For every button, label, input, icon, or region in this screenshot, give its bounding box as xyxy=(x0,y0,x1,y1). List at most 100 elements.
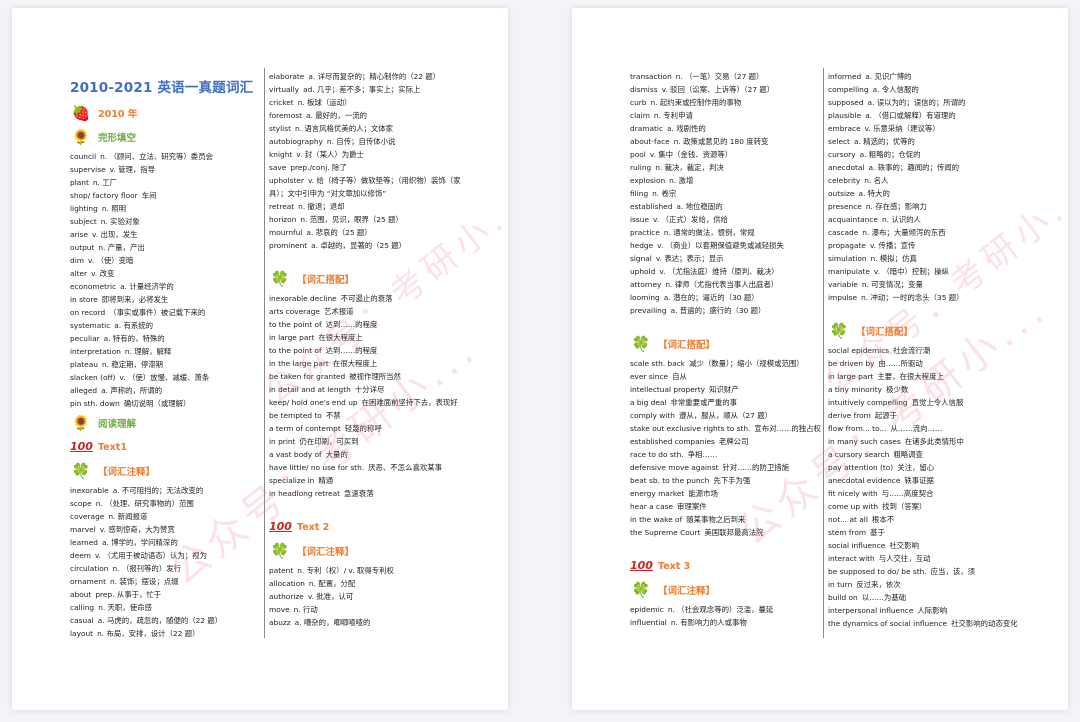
vocab-entry: influential n. 有影响力的人或事物 xyxy=(630,616,822,629)
vocab-definition: 社交影响的动态变化 xyxy=(951,619,1018,628)
document-title: 2010-2021 英语一真题词汇 xyxy=(70,80,254,96)
vocab-entry: social epidemics 社会流行潮 xyxy=(828,344,1024,357)
vocab-term: output xyxy=(70,243,95,252)
vocab-entry: embrace v. 乐意采纳（建议等） xyxy=(828,122,1024,135)
vocab-term: established xyxy=(630,202,673,211)
vocab-entry: not... at all 根本不 xyxy=(828,513,1024,526)
vocab-term: dramatic xyxy=(630,124,664,133)
vocab-term: in print xyxy=(269,437,296,446)
left-page-column-1: 2010-2021 英语一真题词汇 🍓 2010 年 🌻 完形填空 counci… xyxy=(70,68,260,640)
vocab-definition: n. 新闻报道 xyxy=(108,512,148,521)
vocab-term: propagate xyxy=(828,241,866,250)
sunflower-icon: 🌻 xyxy=(71,128,91,146)
vocab-entry: pay attention (to) 关注，留心 xyxy=(828,461,1024,474)
vocab-definition: 美国联邦最高法院 xyxy=(704,528,764,537)
text3-notes-continued-list: informed a. 见识广博的 compelling a. 令人信服的 suppos… xyxy=(828,70,1024,304)
cloze-vocab-list: council n. （顾问、立法、研究等）委员会 supervise v. 管理，指… xyxy=(70,150,260,410)
vocab-term: keep/ hold one's end up xyxy=(269,398,358,407)
vocab-term: established companies xyxy=(630,437,715,446)
vocab-definition: 以……为基础 xyxy=(861,593,907,602)
vocab-definition: 轻蔑的称呼 xyxy=(344,424,382,433)
cloze-section-label: 完形填空 xyxy=(98,133,137,144)
vocab-term: in many such cases xyxy=(828,437,901,446)
vocab-term: slacken (off) xyxy=(70,373,116,382)
vocab-entry: outsize a. 特大的 xyxy=(828,187,1024,200)
vocab-definition: 即将到来，必将发生 xyxy=(101,295,169,304)
vocab-entry: authorize v. 批准，认可 xyxy=(269,590,469,603)
vocab-entry: race to do sth. 争相…… xyxy=(630,448,822,461)
vocab-definition: a. 潜在的；逼近的（30 题） xyxy=(663,293,759,302)
vocab-term: supervise xyxy=(70,165,106,174)
vocab-entry: the dynamics of social influence 社交影响的动态变… xyxy=(828,617,1024,630)
vocab-term: casual xyxy=(70,616,94,625)
text2-collocations-heading: 🍀 【词汇搭配】 xyxy=(630,333,822,355)
vocab-definition: v. （尤用于被动语态）认为；视为 xyxy=(95,551,207,560)
vocab-term: subject xyxy=(70,217,97,226)
vocab-term: claim xyxy=(630,111,650,120)
vocab-term: be driven by xyxy=(828,359,875,368)
vocab-entry: dramatic a. 戏剧性的 xyxy=(630,122,822,135)
vocab-definition: 轶事证据 xyxy=(904,476,934,485)
vocab-term: the dynamics of social influence xyxy=(828,619,948,628)
vocab-entry: marvel v. 感到惊奇，大为赞赏 xyxy=(70,523,260,536)
vocab-entry: horizon n. 范围，见识，眼界（25 题） xyxy=(269,213,469,226)
vocab-entry: established companies 老牌公司 xyxy=(630,435,822,448)
vocab-entry: save prep./conj. 除了 xyxy=(269,161,469,174)
vocab-definition: a. 声称的，所谓的 xyxy=(101,386,163,395)
vocab-term: not... at all xyxy=(828,515,868,524)
vocab-definition: a. 卓越的，显著的（25 题） xyxy=(311,241,407,250)
text1-notes-continued-list: elaborate a. 详尽而复杂的；精心制作的（22 题） virtually a… xyxy=(269,70,469,252)
vocab-entry: select a. 精选的；优等的 xyxy=(828,135,1024,148)
vocab-term: allocation xyxy=(269,579,305,588)
vocab-term: mournful xyxy=(269,228,303,237)
vocab-entry: presence n. 存在感；影响力 xyxy=(828,200,1024,213)
vocab-term: hear a case xyxy=(630,502,674,511)
hundred-points-icon: 100 xyxy=(70,440,93,453)
vocab-definition: v. 表达；表示；显示 xyxy=(655,254,724,263)
vocab-entry: move n. 行动 xyxy=(269,603,469,616)
strawberry-icon: 🍓 xyxy=(71,104,91,122)
vocab-term: upholster xyxy=(269,176,304,185)
vocab-definition: 仍在印刷，可买到 xyxy=(299,437,359,446)
vocab-definition: a. 嘈杂的，唧唧喳喳的 xyxy=(294,618,371,627)
vocab-entry: casual a. 马虎的，疏忽的，随便的（22 题） xyxy=(70,614,260,627)
vocab-definition: n. 律师（尤指代表当事人出庭者） xyxy=(665,280,779,289)
vocab-term: interpretation xyxy=(70,347,121,356)
vocab-entry: calling n. 天职，使命感 xyxy=(70,601,260,614)
vocab-term: plant xyxy=(70,178,89,187)
vocab-entry: a cursory search 粗略调查 xyxy=(828,448,1024,461)
vocab-entry: interpretation n. 理解，解释 xyxy=(70,345,260,358)
vocab-definition: 人际影响 xyxy=(917,606,947,615)
vocab-entry: comply with 遵从，服从，顺从（27 题） xyxy=(630,409,822,422)
vocab-term: foremost xyxy=(269,111,303,120)
text3-notes-list: epidemic n. （社会观念等的）泛滥，蔓延 influential n. 有影… xyxy=(630,603,822,629)
vocab-entry: learned a. 博学的，学问精深的 xyxy=(70,536,260,549)
vocab-definition: 老牌公司 xyxy=(718,437,749,446)
vocab-entry: scale sth. back 减少（数量）；缩小（规模或范围） xyxy=(630,357,822,370)
vocab-term: a cursory search xyxy=(828,450,890,459)
vocab-term: a vast body of xyxy=(269,450,322,459)
collocations-label: 【词汇搭配】 xyxy=(856,327,914,338)
vocab-entry: a big deal 非常重要或严重的事 xyxy=(630,396,822,409)
year-heading-label: 2010 年 xyxy=(98,109,138,120)
vocab-definition: 达到……的程度 xyxy=(325,320,378,329)
vocab-definition: v. （正式）发给，供给 xyxy=(653,215,729,224)
text2-vocab-notes-heading: 🍀 【词汇注释】 xyxy=(269,540,469,562)
vocab-entry: be supposed to do/ be sth. 应当，该，须 xyxy=(828,565,1024,578)
vocab-entry: in detail and at length 十分详尽 xyxy=(269,383,469,396)
vocab-term: ornament xyxy=(70,577,106,586)
vocab-entry: issue v. （正式）发给，供给 xyxy=(630,213,822,226)
vocab-entry: informed a. 见识广博的 xyxy=(828,70,1024,83)
vocab-term: in headlong retreat xyxy=(269,489,341,498)
vocab-entry: subject n. 实验对象 xyxy=(70,215,260,228)
text1-vocab-notes-heading: 🍀 【词汇注释】 xyxy=(70,460,260,482)
text2-notes-continued-list: transaction n. （一笔）交易（27 题） dismiss v. 驳回（讼… xyxy=(630,70,822,317)
vocab-term: presence xyxy=(828,202,862,211)
vocab-term: on record xyxy=(70,308,106,317)
vocab-definition: 由……所驱动 xyxy=(878,359,923,368)
vocab-entry: hear a case 审理案件 xyxy=(630,500,822,513)
vocab-entry: in print 仍在印刷，可买到 xyxy=(269,435,469,448)
vocab-definition: v. （商业）以套期保值避免或减轻损失 xyxy=(657,241,784,250)
vocab-term: impulse xyxy=(828,293,858,302)
vocab-entry: council n. （顾问、立法、研究等）委员会 xyxy=(70,150,260,163)
